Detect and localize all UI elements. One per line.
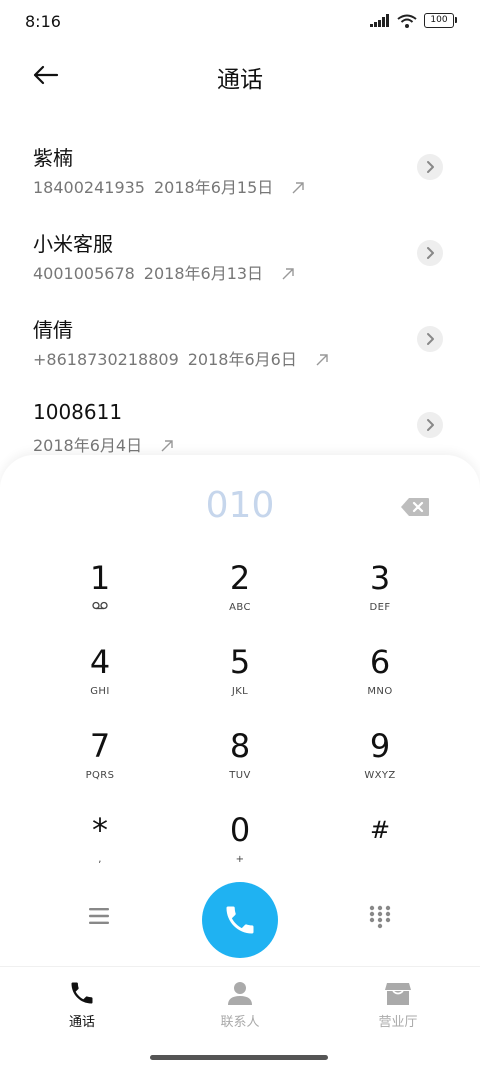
contact-name: 倩倩 <box>33 318 73 342</box>
contact-name: 1008611 <box>33 400 123 424</box>
detail-button[interactable] <box>417 412 443 438</box>
call-details: 4001005678 2018年6月13日 <box>33 260 295 285</box>
tab-service-hall[interactable]: 营业厅 <box>338 979 458 1030</box>
call-details: +8618730218809 2018年6月6日 <box>33 346 329 371</box>
chevron-right-icon <box>427 333 434 345</box>
key-letters: DEF <box>369 602 391 613</box>
keypad-toggle-button[interactable] <box>368 904 392 930</box>
key-letters: , <box>98 854 102 865</box>
key-letters: GHI <box>90 686 110 697</box>
person-icon <box>228 982 252 1005</box>
delete-button[interactable] <box>400 497 430 517</box>
contact-name: 紫楠 <box>33 146 73 170</box>
outgoing-call-icon <box>315 352 329 371</box>
key-hash[interactable]: # <box>320 810 440 880</box>
tab-calls[interactable]: 通话 <box>22 979 142 1030</box>
status-bar: 8:16 100 <box>0 0 480 44</box>
menu-icon <box>89 908 109 924</box>
call-date: 2018年6月6日 <box>187 350 297 369</box>
key-digit: 2 <box>229 559 251 597</box>
call-log-item[interactable]: 紫楠 18400241935 2018年6月15日 <box>0 128 480 214</box>
detail-button[interactable] <box>417 326 443 352</box>
call-details: 18400241935 2018年6月15日 <box>33 174 305 199</box>
detail-button[interactable] <box>417 154 443 180</box>
top-bar: 通话 <box>0 50 480 100</box>
key-8[interactable]: 8 TUV <box>180 726 300 796</box>
outgoing-call-icon <box>291 180 305 199</box>
status-icons: 100 <box>370 13 457 28</box>
key-digit: 0 <box>229 811 251 849</box>
key-digit: 4 <box>89 643 111 681</box>
status-time: 8:16 <box>25 12 61 31</box>
phone-number: +8618730218809 <box>33 350 179 369</box>
tab-label: 联系人 <box>220 1015 260 1030</box>
detail-button[interactable] <box>417 240 443 266</box>
key-1[interactable]: 1 <box>40 558 160 628</box>
backspace-icon <box>401 498 429 516</box>
outgoing-call-icon <box>281 266 295 285</box>
contact-name: 小米客服 <box>33 232 113 256</box>
key-letters: WXYZ <box>364 770 396 781</box>
key-star[interactable]: * , <box>40 810 160 880</box>
call-log-item[interactable]: 小米客服 4001005678 2018年6月13日 <box>0 214 480 300</box>
signal-icon <box>370 14 389 27</box>
chevron-right-icon <box>427 419 434 431</box>
tab-label: 通话 <box>68 1015 95 1030</box>
key-digit: 6 <box>369 643 391 681</box>
key-digit: * <box>92 811 108 849</box>
phone-number: 18400241935 <box>33 178 145 197</box>
key-letters: MNO <box>367 686 393 697</box>
key-letters: ABC <box>229 602 251 613</box>
tab-contacts[interactable]: 联系人 <box>180 979 300 1030</box>
chevron-right-icon <box>427 161 434 173</box>
home-indicator <box>150 1055 328 1060</box>
tab-label: 营业厅 <box>378 1015 418 1030</box>
page-title: 通话 <box>217 67 263 93</box>
key-digit: 5 <box>229 643 251 681</box>
key-9[interactable]: 9 WXYZ <box>320 726 440 796</box>
dialpad-icon <box>369 905 391 929</box>
key-digit: 8 <box>229 727 251 765</box>
wifi-icon <box>397 14 417 28</box>
phone-number: 4001005678 <box>33 264 135 283</box>
key-2[interactable]: 2 ABC <box>180 558 300 628</box>
store-icon <box>385 983 411 1005</box>
key-digit: 9 <box>369 727 391 765</box>
call-date: 2018年6月4日 <box>33 436 143 455</box>
menu-button[interactable] <box>87 905 113 927</box>
key-digit: # <box>369 816 391 844</box>
key-letters: PQRS <box>85 770 115 781</box>
phone-icon <box>71 982 93 1004</box>
key-letters: + <box>235 854 245 865</box>
key-digit: 1 <box>89 559 111 597</box>
key-4[interactable]: 4 GHI <box>40 642 160 712</box>
voicemail-icon <box>40 601 160 615</box>
key-letters: JKL <box>231 686 249 697</box>
phone-icon <box>226 906 254 934</box>
key-3[interactable]: 3 DEF <box>320 558 440 628</box>
key-0[interactable]: 0 + <box>180 810 300 880</box>
key-digit: 3 <box>369 559 391 597</box>
call-date: 2018年6月13日 <box>143 264 264 283</box>
key-6[interactable]: 6 MNO <box>320 642 440 712</box>
key-letters: TUV <box>229 770 251 781</box>
bottom-navigation: 通话 联系人 营业厅 <box>0 966 480 1067</box>
call-log-item[interactable]: 倩倩 +8618730218809 2018年6月6日 <box>0 300 480 386</box>
battery-icon: 100 <box>424 13 457 28</box>
key-7[interactable]: 7 PQRS <box>40 726 160 796</box>
key-5[interactable]: 5 JKL <box>180 642 300 712</box>
chevron-right-icon <box>427 247 434 259</box>
call-details: 2018年6月4日 <box>33 432 174 457</box>
key-digit: 7 <box>89 727 111 765</box>
call-button[interactable] <box>202 882 278 958</box>
call-date: 2018年6月15日 <box>153 178 274 197</box>
